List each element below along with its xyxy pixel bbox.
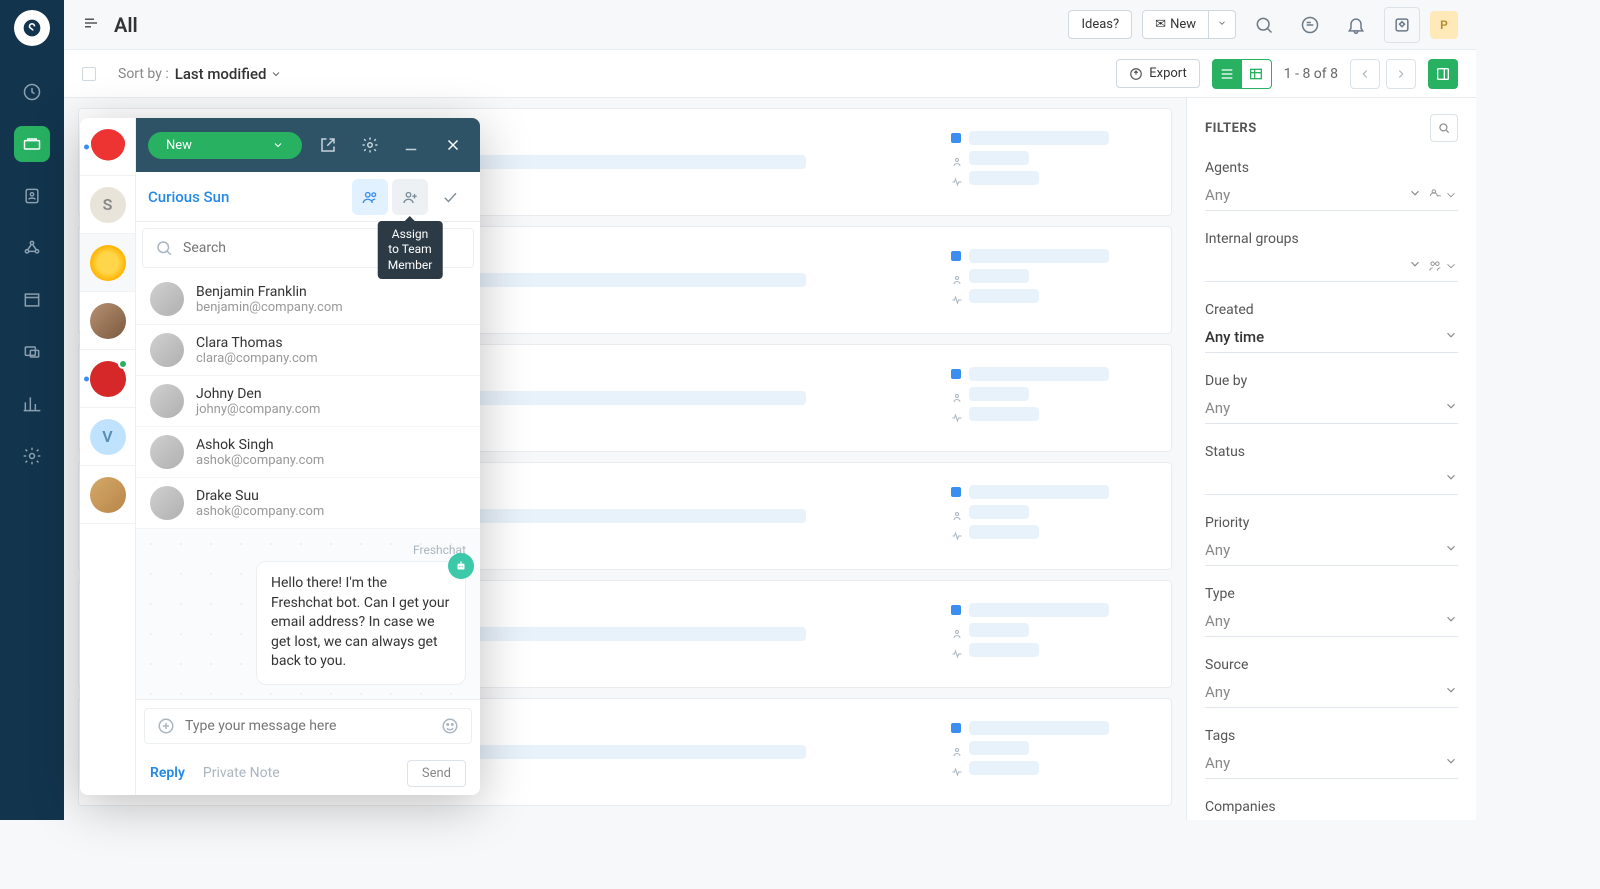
filter-label-priority: Priority	[1205, 515, 1458, 531]
private-note-tab[interactable]: Private Note	[203, 765, 280, 781]
chat-subheader: Curious Sun Assign to Team Member	[136, 172, 480, 222]
nav-solutions-icon[interactable]	[14, 282, 50, 318]
toolbar: Sort by : Last modified Export 1 - 8 of …	[64, 50, 1476, 98]
chat-input[interactable]	[144, 708, 472, 744]
filter-status-dropdown[interactable]	[1205, 464, 1458, 495]
assign-group-icon[interactable]	[352, 179, 388, 215]
member-row[interactable]: Benjamin Franklinbenjamin@company.com	[136, 274, 480, 325]
topbar: All Ideas? ✉New P	[64, 0, 1476, 50]
nav-contacts-icon[interactable]	[14, 178, 50, 214]
nav-dashboard-icon[interactable]	[14, 74, 50, 110]
user-avatar[interactable]: P	[1430, 11, 1458, 39]
filter-label-status: Status	[1205, 444, 1458, 460]
filter-label-companies: Companies	[1205, 799, 1458, 815]
nav-forums-icon[interactable]	[14, 334, 50, 370]
filter-label-tags: Tags	[1205, 728, 1458, 744]
notifications-icon[interactable]	[1338, 7, 1374, 43]
gear-icon[interactable]	[355, 130, 385, 160]
chat-rail-item[interactable]	[80, 234, 135, 292]
pagination-label: 1 - 8 of 8	[1284, 66, 1338, 82]
prev-page-button[interactable]	[1350, 59, 1380, 89]
filter-label-agents: Agents	[1205, 160, 1458, 176]
sort-label: Sort by :	[118, 66, 169, 82]
filters-panel: FILTERS Agents Any Internal groups Creat…	[1186, 98, 1476, 820]
reply-tab[interactable]: Reply	[150, 765, 185, 781]
minimize-icon[interactable]	[396, 130, 426, 160]
chat-widget: S V New Curious Sun Assign to Team Membe…	[80, 118, 480, 795]
filter-due-by-dropdown[interactable]: Any	[1205, 393, 1458, 424]
filter-source-dropdown[interactable]: Any	[1205, 677, 1458, 708]
nav-reports-icon[interactable]	[14, 386, 50, 422]
select-all-checkbox[interactable]	[82, 67, 96, 81]
assign-member-icon[interactable]: Assign to Team Member	[392, 179, 428, 215]
nav-tickets-icon[interactable]	[14, 126, 50, 162]
nav-settings-icon[interactable]	[14, 438, 50, 474]
filter-agents-dropdown[interactable]: Any	[1205, 180, 1458, 211]
new-button[interactable]: ✉New	[1142, 10, 1209, 39]
ideas-button[interactable]: Ideas?	[1068, 10, 1132, 39]
filter-label-source: Source	[1205, 657, 1458, 673]
filter-search-button[interactable]	[1430, 114, 1458, 142]
bot-name-label: Freshchat	[150, 543, 466, 557]
filter-tags-dropdown[interactable]: Any	[1205, 748, 1458, 779]
chat-status-pill[interactable]: New	[148, 132, 302, 159]
page-title: All	[114, 13, 138, 37]
member-row[interactable]: Clara Thomasclara@company.com	[136, 325, 480, 376]
chat-rail-item[interactable]	[80, 350, 135, 408]
member-row[interactable]: Ashok Singhashok@company.com	[136, 427, 480, 478]
apps-icon[interactable]	[1384, 7, 1420, 43]
filter-created-dropdown[interactable]: Any time	[1205, 322, 1458, 353]
export-button[interactable]: Export	[1116, 59, 1200, 88]
filter-type-dropdown[interactable]: Any	[1205, 606, 1458, 637]
chat-rail-item[interactable]	[80, 466, 135, 524]
chat-body: Freshchat Hello there! I'm the Freshchat…	[136, 529, 480, 699]
chat-rail-item[interactable]: S	[80, 176, 135, 234]
filters-title: FILTERS	[1205, 121, 1257, 136]
chat-header: New	[136, 118, 480, 172]
send-button[interactable]: Send	[407, 760, 466, 787]
member-list: Benjamin Franklinbenjamin@company.com Cl…	[136, 274, 480, 529]
left-sidebar	[0, 0, 64, 820]
resolve-icon[interactable]	[432, 179, 468, 215]
new-dropdown-button[interactable]	[1209, 10, 1236, 39]
filter-label-created: Created	[1205, 302, 1458, 318]
chat-rail-item[interactable]: V	[80, 408, 135, 466]
filter-label-type: Type	[1205, 586, 1458, 602]
assign-tooltip: Assign to Team Member	[378, 221, 443, 280]
app-logo	[14, 10, 50, 46]
chat-rail-item[interactable]	[80, 292, 135, 350]
attach-icon[interactable]	[157, 717, 175, 735]
hamburger-icon[interactable]	[82, 14, 100, 36]
filter-priority-dropdown[interactable]: Any	[1205, 535, 1458, 566]
member-row[interactable]: Drake Suuashok@company.com	[136, 478, 480, 529]
filter-label-due-by: Due by	[1205, 373, 1458, 389]
filter-label-internal-groups: Internal groups	[1205, 231, 1458, 247]
chat-text-field[interactable]	[185, 718, 431, 734]
chat-user-name[interactable]: Curious Sun	[148, 188, 229, 206]
filter-internal-groups-dropdown[interactable]	[1205, 251, 1458, 282]
sort-dropdown[interactable]: Last modified	[175, 65, 283, 83]
bot-message: Hello there! I'm the Freshchat bot. Can …	[256, 561, 466, 685]
table-view-button[interactable]	[1242, 59, 1272, 89]
bot-avatar-icon	[448, 553, 474, 579]
popout-icon[interactable]	[313, 130, 343, 160]
chat-conversation-rail: S V	[80, 118, 136, 795]
chat-rail-item[interactable]	[80, 118, 135, 176]
emoji-icon[interactable]	[441, 717, 459, 735]
list-view-button[interactable]	[1212, 59, 1242, 89]
next-page-button[interactable]	[1386, 59, 1416, 89]
member-row[interactable]: Johny Denjohny@company.com	[136, 376, 480, 427]
nav-social-icon[interactable]	[14, 230, 50, 266]
close-icon[interactable]	[438, 130, 468, 160]
chat-icon[interactable]	[1292, 7, 1328, 43]
toggle-filters-button[interactable]	[1428, 59, 1458, 89]
search-icon[interactable]	[1246, 7, 1282, 43]
